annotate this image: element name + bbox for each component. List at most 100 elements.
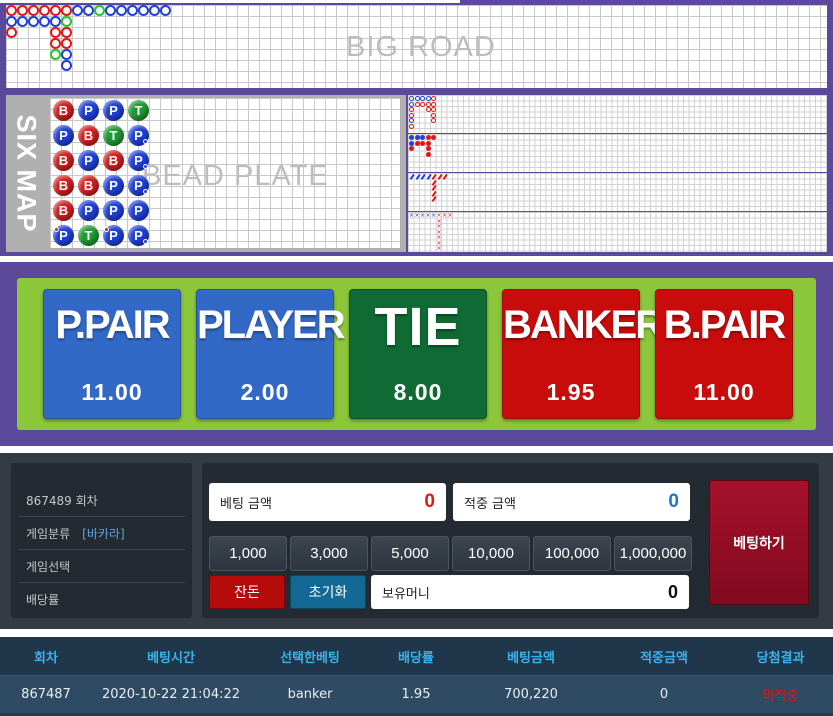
big-road-mark <box>6 5 17 16</box>
chip-1000-button[interactable]: 1,000 <box>209 536 287 571</box>
tie-bet-button[interactable]: TIE 8.00 <box>349 289 487 419</box>
history-cell: 867487 <box>21 687 71 702</box>
derived-road-mark <box>431 173 437 180</box>
derived-road-mark <box>409 101 414 107</box>
bead-p: P <box>53 225 74 246</box>
big-road-mark <box>127 5 138 16</box>
odds-info: 배당률 <box>18 583 185 616</box>
banker-bet-name: BANKER <box>503 303 664 347</box>
history-header-cell: 배당률 <box>398 650 434 666</box>
balance-field: 보유머니 0 <box>371 575 689 609</box>
bead-letter: B <box>108 153 119 168</box>
game-type-value: [바카라] <box>82 526 125 541</box>
pair-dot <box>143 189 148 194</box>
chip-3000-button[interactable]: 3,000 <box>290 536 368 571</box>
bead-letter: B <box>58 178 69 193</box>
big-road-mark <box>6 16 17 27</box>
big-road-mark <box>50 49 61 60</box>
odds-label: 배당률 <box>26 593 60 607</box>
big-road-grid: BIG ROAD <box>6 5 827 88</box>
derived-road-mark: × <box>447 212 453 219</box>
bet-history-table: 회차 베팅시간 선택한베팅 배당률 베팅금액 적중금액 당첨결과 867487 2020-10… <box>0 637 833 716</box>
derived-road-mark <box>414 140 420 146</box>
player-bet-button[interactable]: PLAYER 2.00 <box>196 289 346 419</box>
road-board: BIG ROAD SIX MAP BEAD PLATE BPBBBPPBPBPT… <box>0 0 833 256</box>
change-button[interactable]: 잔돈 <box>209 575 285 609</box>
chip-1000000-button[interactable]: 1,000,000 <box>614 536 692 571</box>
bead-p: P <box>128 175 149 196</box>
history-header-cell: 베팅금액 <box>507 650 555 666</box>
chip-5000-button[interactable]: 5,000 <box>371 536 449 571</box>
b-pair-bet-name: B.PAIR <box>663 303 787 347</box>
history-cell: 2020-10-22 21:04:22 <box>101 687 241 702</box>
history-cell: 0 <box>659 687 669 702</box>
big-road-mark <box>50 27 61 38</box>
derived-road-mark: × <box>431 212 437 219</box>
p-pair-bet-odds: 11.00 <box>81 379 143 405</box>
bet-felt: P.PAIR 11.00 PLAYER 2.00 TIE 8.00 BANKER… <box>17 278 816 430</box>
win-amount-value: 0 <box>668 491 679 512</box>
game-select-info: 게임선택 <box>18 550 185 583</box>
big-road-mark <box>39 5 50 16</box>
bead-p: P <box>103 100 124 121</box>
derived-road-mark <box>414 101 420 107</box>
bead-letter: P <box>134 178 143 193</box>
win-amount-field: 적중 금액 0 <box>453 483 690 521</box>
derived-road-mark <box>425 107 431 112</box>
round-number: 867489 회차 <box>26 493 98 508</box>
derived-road-mark <box>409 140 414 146</box>
chip-100000-button[interactable]: 100,000 <box>533 536 611 571</box>
derived-road-mark <box>426 173 431 180</box>
derived-road-mark: × <box>420 212 426 219</box>
history-header-row: 회차 베팅시간 선택한베팅 배당률 베팅금액 적중금액 당첨결과 <box>0 637 833 675</box>
round-info: 867489 회차 <box>18 484 185 517</box>
derived-road-mark <box>420 96 425 101</box>
bead-b: B <box>103 150 124 171</box>
chip-10000-button[interactable]: 10,000 <box>452 536 530 571</box>
big-road-mark <box>6 27 17 38</box>
derived-road-mark <box>409 107 414 112</box>
big-road-mark <box>61 49 72 60</box>
bead-letter: P <box>109 178 118 193</box>
p-pair-bet-button[interactable]: P.PAIR 11.00 <box>43 289 181 419</box>
big-road-mark <box>61 16 72 27</box>
b-pair-bet-odds: 11.00 <box>693 379 755 405</box>
derived-road-mark <box>409 96 414 101</box>
bead-p: P <box>78 150 99 171</box>
control-panel: 867489 회차 게임분류 [바카라] 게임선택 배당률 베팅 금액 0 적중… <box>0 453 833 629</box>
bead-plate-title: BEAD PLATE <box>142 160 329 192</box>
big-road-mark <box>149 5 160 16</box>
place-bet-button[interactable]: 베팅하기 <box>709 480 809 605</box>
bet-amount-field[interactable]: 베팅 금액 0 <box>209 483 446 521</box>
derived-road-mark: × <box>414 212 420 219</box>
reset-button[interactable]: 초기화 <box>290 575 366 609</box>
bead-plate-frame: BEAD PLATE BPBBBPPBPBPTPTBPPPTPPPPP <box>46 95 406 252</box>
b-pair-bet-button[interactable]: B.PAIR 11.00 <box>655 289 793 419</box>
derived-road-mark <box>409 135 414 140</box>
game-type-label: 게임분류 <box>26 526 71 541</box>
bead-p: P <box>103 175 124 196</box>
pair-dot <box>143 239 148 244</box>
banker-bet-button[interactable]: BANKER 1.95 <box>502 289 664 419</box>
derived-road-mark <box>431 96 436 101</box>
bead-letter: P <box>109 203 118 218</box>
bead-p: P <box>103 200 124 221</box>
banker-bet-odds: 1.95 <box>546 379 596 405</box>
derived-road-mark <box>431 101 436 107</box>
big-road-mark <box>138 5 149 16</box>
derived-roads: × × × × × × × × × × × × × × <box>408 95 827 252</box>
six-map-label: SIX MAP <box>6 95 46 252</box>
road-topline <box>0 0 460 3</box>
cockroach-road <box>408 173 827 211</box>
bead-letter: B <box>58 153 69 168</box>
history-header-cell: 베팅시간 <box>147 650 195 666</box>
game-type-info: 게임분류 [바카라] <box>18 517 185 550</box>
derived-road-mark <box>431 118 436 123</box>
history-header-cell: 선택한베팅 <box>280 650 340 666</box>
history-row: 867487 2020-10-22 21:04:22 banker 1.95 700,2… <box>0 675 833 713</box>
big-road-mark <box>61 60 72 71</box>
big-road-mark <box>50 38 61 49</box>
bead-p: P <box>78 200 99 221</box>
derived-road-mark <box>414 96 420 101</box>
history-header-cell: 적중금액 <box>640 650 688 666</box>
